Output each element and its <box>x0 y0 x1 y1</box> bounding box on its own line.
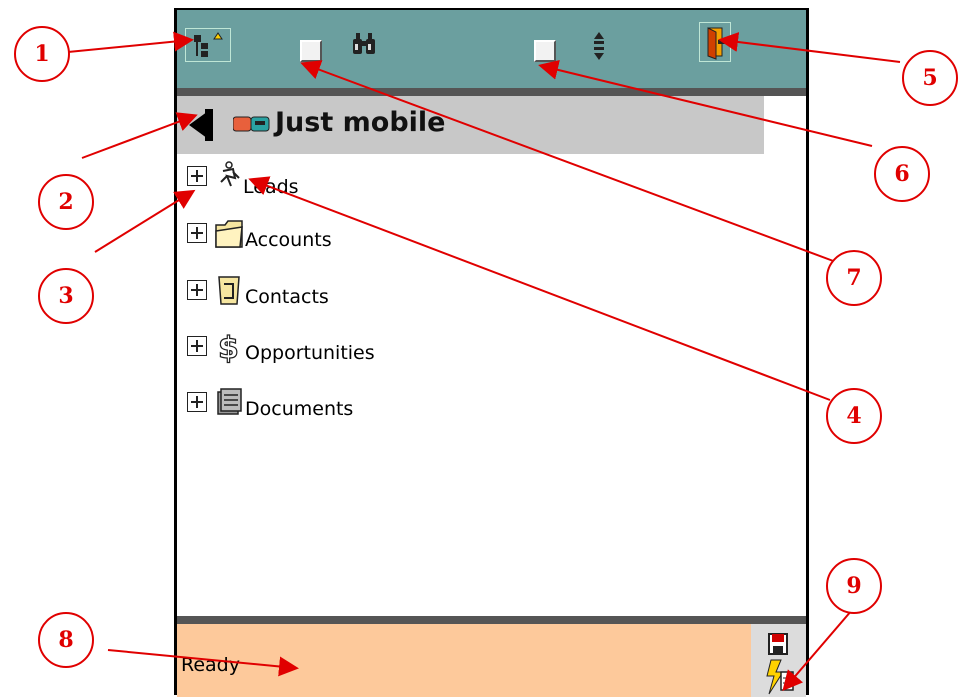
tree-item-leads[interactable]: Leads <box>187 160 487 200</box>
folder-icon <box>215 220 243 248</box>
callout-1: 1 <box>14 26 70 82</box>
status-text: Ready <box>181 654 240 676</box>
contact-card-icon <box>218 276 240 305</box>
binoculars-icon <box>353 33 375 54</box>
leads-person-icon <box>220 161 240 187</box>
callout-2: 2 <box>38 174 94 230</box>
tree-item-accounts[interactable]: Accounts <box>187 217 487 257</box>
toolbar <box>177 10 806 88</box>
connection-status-panel[interactable] <box>751 624 806 697</box>
tree-item-contacts[interactable]: Contacts <box>187 274 487 314</box>
sync-connection-icon <box>766 633 794 695</box>
expand-accounts-button[interactable] <box>187 223 207 243</box>
mobile-crm-app-window: Just mobile Leads Accounts Contacts $ Op… <box>174 8 809 697</box>
tree-item-label: Contacts <box>245 286 329 308</box>
callout-3: 3 <box>38 268 94 324</box>
callout-7: 7 <box>826 250 882 306</box>
callout-8: 8 <box>38 612 94 668</box>
user-card-icon <box>233 116 270 132</box>
sort-toggle-checkbox[interactable] <box>534 40 556 62</box>
tree-item-label: Documents <box>245 398 354 420</box>
expand-documents-button[interactable] <box>187 392 207 412</box>
back-arrow-bar <box>205 109 213 141</box>
exit-door-icon <box>707 27 728 60</box>
status-bar: Ready <box>177 624 751 697</box>
context-title: Just mobile <box>275 107 446 138</box>
callout-5: 5 <box>902 50 958 106</box>
toolbar-divider <box>177 88 806 96</box>
callout-4: 4 <box>826 388 882 444</box>
sort-button[interactable] <box>589 30 609 62</box>
document-stack-icon <box>217 388 242 415</box>
exit-button[interactable] <box>699 22 731 62</box>
expand-opportunities-button[interactable] <box>187 336 207 356</box>
context-bar: Just mobile <box>177 96 764 154</box>
status-divider <box>177 616 806 624</box>
find-toggle-checkbox[interactable] <box>300 40 322 62</box>
expand-contacts-button[interactable] <box>187 280 207 300</box>
dollar-icon: $ <box>217 330 239 364</box>
hierarchy-view-button[interactable] <box>185 28 231 62</box>
tree-item-documents[interactable]: Documents <box>187 386 487 426</box>
find-button[interactable] <box>351 32 377 56</box>
tree-item-label: Leads <box>243 176 299 198</box>
hierarchy-icon <box>194 32 223 57</box>
svg-text:$: $ <box>218 331 239 364</box>
tree-item-label: Accounts <box>245 229 332 251</box>
callout-6: 6 <box>874 146 930 202</box>
sort-arrows-icon <box>594 32 604 60</box>
expand-leads-button[interactable] <box>187 166 207 186</box>
tree-item-opportunities[interactable]: $ Opportunities <box>187 330 487 370</box>
callout-9: 9 <box>826 558 882 614</box>
tree-item-label: Opportunities <box>245 342 375 364</box>
